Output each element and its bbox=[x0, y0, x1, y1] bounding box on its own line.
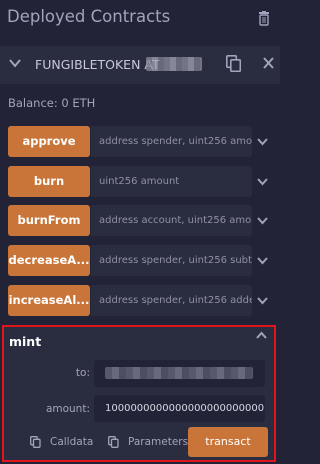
function-row-increaseallowance: increaseAl... address spender, uint256 a… bbox=[8, 285, 268, 316]
contract-name: FUNGIBLETOKEN AT bbox=[35, 57, 160, 72]
function-row-approve: approve address spender, uint256 amount bbox=[8, 126, 268, 157]
chevron-down-icon[interactable] bbox=[257, 257, 268, 265]
redacted-address bbox=[105, 367, 253, 379]
amount-input[interactable]: 1000000000000000000000000 bbox=[94, 395, 265, 422]
deployed-contracts-header: Deployed Contracts bbox=[0, 0, 280, 38]
contract-instance-row[interactable]: FUNGIBLETOKEN AT bbox=[0, 46, 280, 84]
approve-button[interactable]: approve bbox=[8, 126, 90, 157]
mint-function-panel: mint to: amount: 10000000000000000000000… bbox=[2, 325, 276, 462]
copy-icon bbox=[108, 436, 119, 448]
approve-args-input[interactable]: address spender, uint256 amount bbox=[91, 126, 252, 157]
copy-icon[interactable] bbox=[226, 55, 241, 72]
function-row-burnfrom: burnFrom address account, uint256 amount bbox=[8, 205, 268, 236]
trash-icon[interactable] bbox=[258, 11, 270, 26]
section-title: Deployed Contracts bbox=[7, 7, 171, 26]
mint-title: mint bbox=[9, 334, 42, 349]
transact-button[interactable]: transact bbox=[188, 427, 268, 457]
chevron-down-icon[interactable] bbox=[257, 178, 268, 186]
copy-icon bbox=[30, 436, 41, 448]
increaseallowance-args-input[interactable]: address spender, uint256 addedValue bbox=[91, 285, 252, 316]
parameters-label: Parameters bbox=[128, 436, 189, 448]
burn-args-input[interactable]: uint256 amount bbox=[91, 166, 252, 197]
chevron-down-icon[interactable] bbox=[257, 217, 268, 225]
calldata-label: Calldata bbox=[50, 436, 94, 448]
decreaseallowance-args-input[interactable]: address spender, uint256 subtractedValue bbox=[91, 245, 252, 276]
to-label: to: bbox=[75, 367, 90, 379]
decreaseallowance-button[interactable]: decreaseA... bbox=[8, 245, 90, 276]
balance-text: Balance: 0 ETH bbox=[8, 96, 96, 110]
function-row-decreaseallowance: decreaseA... address spender, uint256 su… bbox=[8, 245, 268, 276]
amount-label: amount: bbox=[45, 403, 90, 415]
to-address-input[interactable] bbox=[94, 360, 265, 387]
burnfrom-args-input[interactable]: address account, uint256 amount bbox=[91, 205, 252, 236]
chevron-down-icon[interactable] bbox=[9, 58, 21, 68]
close-icon[interactable] bbox=[263, 57, 274, 69]
chevron-down-icon[interactable] bbox=[257, 138, 268, 146]
contract-address-redacted bbox=[146, 57, 202, 71]
function-row-burn: burn uint256 amount bbox=[8, 166, 268, 197]
chevron-down-icon[interactable] bbox=[257, 297, 268, 305]
chevron-up-icon[interactable] bbox=[256, 331, 267, 339]
burn-button[interactable]: burn bbox=[8, 166, 90, 197]
increaseallowance-button[interactable]: increaseAl... bbox=[8, 285, 90, 316]
burnfrom-button[interactable]: burnFrom bbox=[8, 205, 90, 236]
